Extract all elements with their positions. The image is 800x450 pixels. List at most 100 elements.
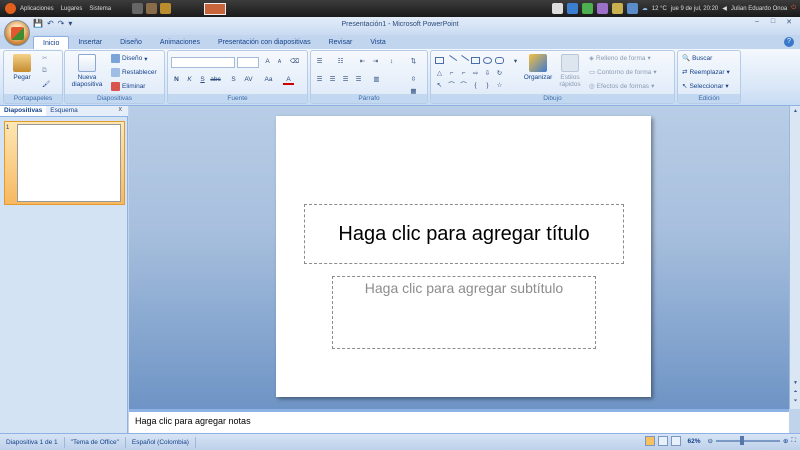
shape-arc-icon[interactable]: ⌒ [458, 81, 469, 91]
shape-triangle-icon[interactable]: △ [434, 69, 445, 79]
align-left-icon[interactable]: ☰ [314, 75, 325, 85]
browser-launcher-icon[interactable] [132, 3, 144, 14]
zoom-slider[interactable] [715, 436, 780, 445]
office-button[interactable] [4, 20, 30, 46]
copy-button[interactable]: ⧉ [42, 67, 47, 75]
align-center-icon[interactable]: ☰ [327, 75, 338, 85]
tab-insertar[interactable]: Insertar [69, 36, 111, 49]
status-theme[interactable]: "Tema de Office" [65, 436, 126, 448]
help-icon[interactable]: ? [784, 37, 794, 47]
grow-font-button[interactable]: A [262, 57, 273, 67]
layout-button[interactable]: Diseño ▾ [111, 54, 148, 63]
shape-loop-icon[interactable]: ↻ [494, 69, 505, 79]
shape-freeform-icon[interactable]: ↖ [434, 81, 445, 91]
slide-canvas[interactable]: Haga clic para agregar título Haga clic … [276, 116, 651, 397]
close-icon[interactable]: ✕ [782, 18, 796, 30]
scroll-up-icon[interactable]: ▲ [791, 108, 800, 117]
line-spacing-icon[interactable]: ↕ [386, 57, 397, 67]
shape-outline-button[interactable]: ▭ Contorno de forma ▾ [589, 68, 657, 77]
shadow-button[interactable]: S [228, 75, 239, 85]
find-button[interactable]: 🔍 Buscar [682, 54, 712, 63]
strikethrough-button[interactable]: abc [210, 75, 221, 85]
menu-aplicaciones[interactable]: Aplicaciones [20, 6, 54, 12]
shape-brace-open-icon[interactable]: { [470, 81, 481, 91]
shape-arrow-icon[interactable] [457, 55, 470, 66]
shape-line-icon[interactable] [445, 55, 458, 66]
pidgin-tray-icon[interactable] [596, 3, 608, 14]
slide-thumbnail[interactable] [17, 124, 121, 202]
shape-fill-button[interactable]: ◈ Relleno de forma ▾ [589, 54, 651, 63]
zoom-slider-thumb[interactable] [739, 436, 744, 445]
clear-format-icon[interactable]: ⌫ [289, 57, 300, 67]
shape-square-icon[interactable] [471, 57, 480, 64]
help-launcher-icon[interactable] [160, 3, 172, 14]
tab-inicio[interactable]: Inicio [33, 36, 70, 49]
italic-button[interactable]: K [184, 75, 195, 85]
slide-sorter-view-icon[interactable] [657, 436, 668, 446]
shape-elbow-icon[interactable]: ⌐ [446, 69, 457, 79]
title-placeholder[interactable]: Haga clic para agregar título [304, 204, 624, 264]
underline-button[interactable]: S [197, 75, 208, 85]
tab-presentacion[interactable]: Presentación con diapositivas [209, 36, 320, 49]
next-slide-icon[interactable]: ⏷ [791, 398, 800, 407]
subtitle-placeholder[interactable]: Haga clic para agregar subtítulo [332, 276, 596, 349]
align-text-icon[interactable]: ⇳ [408, 75, 419, 85]
update-tray-icon[interactable] [581, 3, 593, 14]
scroll-down-icon[interactable]: ▼ [791, 380, 800, 389]
cut-button[interactable]: ✂ [42, 54, 47, 62]
status-language[interactable]: Español (Colombia) [126, 436, 196, 448]
vertical-scrollbar[interactable]: ▲ ▼ ⏶ ⏷ [789, 106, 800, 409]
shape-brace-close-icon[interactable]: } [482, 81, 493, 91]
shape-elbow2-icon[interactable]: ⌐ [458, 69, 469, 79]
user-name[interactable]: Julian Eduardo Onoa [731, 6, 787, 12]
text-direction-icon[interactable]: ⇅ [408, 57, 419, 67]
paste-button[interactable]: Pegar [9, 54, 35, 81]
quick-styles-button[interactable]: Estilos rápidos [555, 54, 585, 88]
tab-animaciones[interactable]: Animaciones [151, 36, 209, 49]
zoom-out-icon[interactable]: ⊖ [708, 437, 713, 445]
shape-right-arrow-icon[interactable]: ⇨ [470, 69, 481, 79]
weather-icon[interactable]: ☁ [642, 5, 648, 12]
shape-star-icon[interactable]: ☆ [494, 81, 505, 91]
weather-temp[interactable]: 12 °C [652, 6, 667, 12]
power-icon[interactable]: ⏻ [791, 5, 796, 12]
reset-button[interactable]: Restablecer [111, 68, 157, 77]
normal-view-icon[interactable] [644, 436, 655, 446]
notes-pane[interactable]: Haga clic para agregar notas [129, 409, 789, 433]
font-color-button[interactable]: A [283, 75, 294, 85]
fit-to-window-icon[interactable]: ⛶ [791, 437, 796, 445]
bold-button[interactable]: N [171, 75, 182, 85]
font-size-combo[interactable] [237, 57, 259, 68]
numbering-icon[interactable]: ☷ [335, 57, 346, 67]
delete-slide-button[interactable]: Eliminar [111, 82, 145, 91]
shape-curve-icon[interactable]: ⌒ [446, 81, 457, 91]
justify-icon[interactable]: ☰ [353, 75, 364, 85]
tab-revisar[interactable]: Revisar [320, 36, 362, 49]
shape-oval-icon[interactable] [483, 57, 492, 64]
tab-esquema[interactable]: Esquema [46, 106, 81, 116]
bullets-icon[interactable]: ☰ [314, 57, 325, 67]
tab-vista[interactable]: Vista [361, 36, 394, 49]
maximize-icon[interactable]: □ [766, 18, 780, 30]
ubuntu-logo-icon[interactable] [5, 3, 16, 14]
network-tray-icon[interactable] [566, 3, 578, 14]
change-case-button[interactable]: Aa [263, 75, 274, 85]
shape-effects-button[interactable]: ◎ Efectos de formas ▾ [589, 82, 654, 91]
shape-down-arrow-icon[interactable]: ⇩ [482, 69, 493, 79]
shapes-more-icon[interactable]: ▾ [510, 57, 521, 67]
close-panel-icon[interactable]: x [119, 106, 123, 113]
align-right-icon[interactable]: ☰ [340, 75, 351, 85]
mail-launcher-icon[interactable] [146, 3, 158, 14]
signal-tray-icon[interactable] [626, 3, 638, 14]
menu-lugares[interactable]: Lugares [61, 6, 83, 12]
shape-rounded-rect-icon[interactable] [495, 57, 504, 64]
taskbar-powerpoint-window[interactable] [204, 2, 227, 15]
shrink-font-button[interactable]: A [274, 57, 285, 67]
font-name-combo[interactable] [171, 57, 235, 68]
shape-rect-icon[interactable] [435, 57, 444, 64]
increase-indent-icon[interactable]: ⇥ [370, 57, 381, 67]
format-painter-button[interactable]: 🖌 [42, 80, 50, 88]
slideshow-view-icon[interactable] [670, 436, 681, 446]
columns-icon[interactable]: ▥ [371, 75, 382, 85]
display-tray-icon[interactable] [611, 3, 623, 14]
